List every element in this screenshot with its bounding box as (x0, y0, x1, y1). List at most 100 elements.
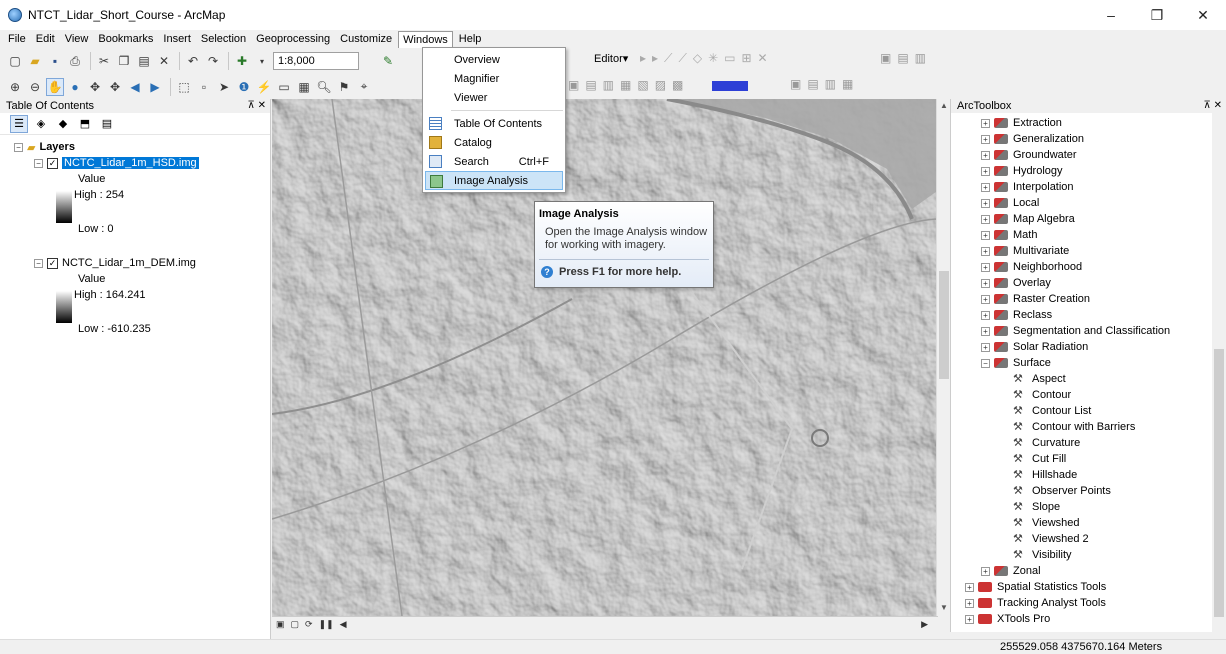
list-by-drawing-order-icon[interactable]: ☰ (10, 114, 28, 133)
expand-icon[interactable]: + (981, 566, 990, 576)
list-by-selection-icon[interactable]: ⬒ (76, 115, 94, 133)
menu-windows[interactable]: Windows (398, 30, 453, 48)
close-button[interactable]: ✕ (1180, 0, 1226, 30)
tool-item[interactable]: ⚒ Viewshed (951, 515, 1226, 531)
menu-item-search[interactable]: Search Ctrl+F (423, 152, 565, 171)
scroll-right-icon[interactable]: ▶ (921, 619, 928, 630)
collapse-icon[interactable]: − (981, 358, 990, 368)
add-data-icon[interactable]: ✚ (233, 52, 251, 70)
pan-icon[interactable]: ✋ (46, 77, 64, 96)
layout-view-icon[interactable]: ▢ (291, 619, 300, 630)
toolset-item[interactable]: + Multivariate (951, 243, 1226, 259)
identify-icon[interactable]: ❶ (235, 78, 253, 96)
menu-item-overview[interactable]: Overview (423, 50, 565, 69)
html-popup-icon[interactable]: ▭ (275, 78, 293, 96)
list-by-visibility-icon[interactable]: ◆ (54, 115, 72, 133)
menu-selection[interactable]: Selection (197, 31, 250, 47)
pause-drawing-icon[interactable]: ❚❚ (319, 619, 334, 630)
hyperlink-icon[interactable]: ⚡ (255, 78, 273, 96)
expand-icon[interactable]: + (981, 262, 990, 272)
toolset-item[interactable]: + Math (951, 227, 1226, 243)
find-route-icon[interactable]: ⚑ (335, 78, 353, 96)
paste-icon[interactable]: ▤ (135, 52, 153, 70)
collapse-icon[interactable]: − (14, 142, 23, 152)
zoom-out-icon[interactable]: ⊖ (26, 78, 44, 96)
full-extent-icon[interactable]: ● (66, 78, 84, 96)
find-icon[interactable]: 🔍︎ (315, 78, 333, 96)
tool-item[interactable]: ⚒ Aspect (951, 371, 1226, 387)
expand-icon[interactable]: + (981, 182, 990, 192)
tool-item[interactable]: ⚒ Visibility (951, 547, 1226, 563)
tool-item[interactable]: ⚒ Contour with Barriers (951, 419, 1226, 435)
menu-item-table-of-contents[interactable]: Table Of Contents (423, 114, 565, 133)
select-elements-icon[interactable]: ➤ (215, 78, 233, 96)
toolset-item[interactable]: + Solar Radiation (951, 339, 1226, 355)
expand-icon[interactable]: + (981, 214, 990, 224)
menu-edit[interactable]: Edit (32, 31, 59, 47)
toolbox-item[interactable]: + Tracking Analyst Tools (951, 595, 1226, 611)
pin-close-icon[interactable]: ⊼ ✕ (248, 99, 266, 113)
redo-icon[interactable]: ↷ (204, 52, 222, 70)
toolset-item[interactable]: + Overlay (951, 275, 1226, 291)
tool-item[interactable]: ⚒ Contour List (951, 403, 1226, 419)
expand-icon[interactable]: + (981, 150, 990, 160)
layer-name[interactable]: NCTC_Lidar_1m_HSD.img (61, 156, 200, 170)
scroll-down-icon[interactable]: ▼ (940, 603, 948, 612)
toolbox-item[interactable]: + Spatial Statistics Tools (951, 579, 1226, 595)
open-folder-icon[interactable]: ▰ (26, 52, 44, 70)
expand-icon[interactable]: + (981, 342, 990, 352)
cut-icon[interactable]: ✂ (95, 52, 113, 70)
fixed-zoom-out-icon[interactable]: ✥ (106, 78, 124, 96)
layer-row[interactable]: − ✓ NCTC_Lidar_1m_HSD.img (0, 155, 270, 171)
toolset-item-zonal[interactable]: + Zonal (951, 563, 1226, 579)
options-icon[interactable]: ▤ (98, 115, 116, 133)
minimize-button[interactable]: – (1088, 0, 1134, 30)
color-swatch-icon[interactable] (712, 81, 748, 91)
toolbox-item[interactable]: + XTools Pro (951, 611, 1226, 627)
expand-icon[interactable]: + (981, 166, 990, 176)
save-icon[interactable]: ▪ (46, 52, 64, 70)
print-icon[interactable]: ⎙ (66, 52, 84, 70)
new-document-icon[interactable]: ▢ (6, 52, 24, 70)
toolset-item[interactable]: + Map Algebra (951, 211, 1226, 227)
collapse-icon[interactable]: − (34, 158, 43, 168)
editor-toolbar-icon[interactable]: ✎ (379, 52, 397, 70)
scrollbar-thumb[interactable] (1214, 349, 1224, 617)
zoom-in-icon[interactable]: ⊕ (6, 78, 24, 96)
tool-item[interactable]: ⚒ Viewshed 2 (951, 531, 1226, 547)
expand-icon[interactable]: + (981, 118, 990, 128)
menu-bookmarks[interactable]: Bookmarks (94, 31, 157, 47)
layer-visibility-checkbox[interactable]: ✓ (47, 257, 58, 269)
menu-help[interactable]: Help (455, 31, 486, 47)
go-to-xy-icon[interactable]: ⌖ (355, 78, 373, 96)
menu-item-magnifier[interactable]: Magnifier (423, 69, 565, 88)
clear-selection-icon[interactable]: ▫ (195, 78, 213, 96)
menu-insert[interactable]: Insert (159, 31, 195, 47)
expand-icon[interactable]: + (981, 326, 990, 336)
tool-item[interactable]: ⚒ Contour (951, 387, 1226, 403)
expand-icon[interactable]: + (965, 598, 974, 608)
menu-item-viewer[interactable]: Viewer (423, 88, 565, 107)
tool-item[interactable]: ⚒ Hillshade (951, 467, 1226, 483)
add-data-dropdown-icon[interactable]: ▾ (253, 52, 271, 70)
collapse-icon[interactable]: − (34, 258, 43, 268)
toolset-item[interactable]: + Local (951, 195, 1226, 211)
list-by-source-icon[interactable]: ◈ (32, 115, 50, 133)
toolset-item[interactable]: + Groundwater (951, 147, 1226, 163)
menu-file[interactable]: File (4, 31, 30, 47)
measure-icon[interactable]: ▦ (295, 78, 313, 96)
menu-customize[interactable]: Customize (336, 31, 396, 47)
toolset-item[interactable]: + Extraction (951, 115, 1226, 131)
scroll-left-icon[interactable]: ◀ (340, 619, 347, 630)
toolset-item-surface[interactable]: − Surface (951, 355, 1226, 371)
scroll-up-icon[interactable]: ▲ (940, 101, 948, 110)
menu-geoprocessing[interactable]: Geoprocessing (252, 31, 334, 47)
menu-view[interactable]: View (61, 31, 93, 47)
expand-icon[interactable]: + (965, 582, 974, 592)
toolset-item[interactable]: + Hydrology (951, 163, 1226, 179)
scrollbar-thumb[interactable] (939, 271, 949, 379)
expand-icon[interactable]: + (965, 614, 974, 624)
toolset-item[interactable]: + Interpolation (951, 179, 1226, 195)
refresh-icon[interactable]: ⟳ (305, 619, 313, 630)
tool-item[interactable]: ⚒ Curvature (951, 435, 1226, 451)
